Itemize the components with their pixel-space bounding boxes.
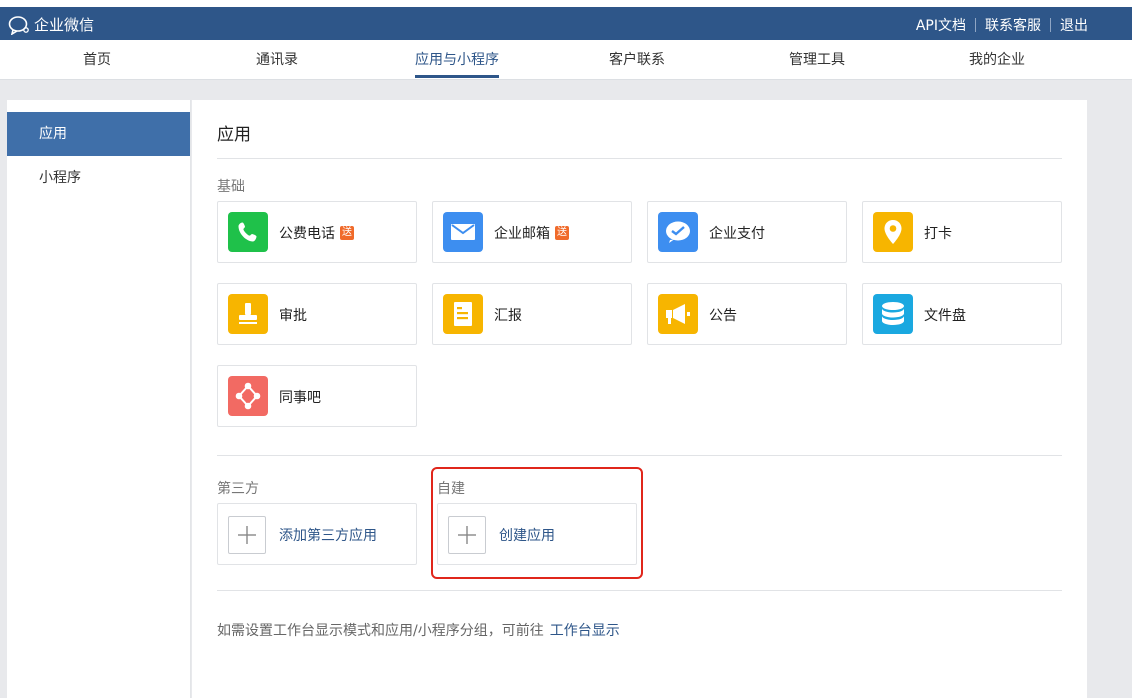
phone-icon <box>228 212 268 252</box>
app-label: 同事吧 <box>279 387 321 407</box>
main-nav: 首页 通讯录 应用与小程序 客户联系 管理工具 我的企业 <box>0 40 1132 80</box>
brand-name: 企业微信 <box>34 16 95 34</box>
app-name: 打卡 <box>924 226 952 242</box>
network-icon <box>228 376 268 416</box>
app-name: 企业支付 <box>709 226 765 242</box>
nav-customer-contact[interactable]: 客户联系 <box>609 40 665 80</box>
section-label-custom: 自建 <box>437 481 465 497</box>
divider <box>217 158 1062 159</box>
app-name: 汇报 <box>494 308 522 324</box>
api-docs-link[interactable]: API文档 <box>916 15 966 35</box>
create-app-label: 创建应用 <box>499 528 555 544</box>
footer-text: 如需设置工作台显示模式和应用/小程序分组，可前往 <box>217 623 544 639</box>
nav-management-tools[interactable]: 管理工具 <box>789 40 845 80</box>
nav-home[interactable]: 首页 <box>83 40 111 80</box>
contact-support-link[interactable]: 联系客服 <box>985 15 1041 35</box>
app-name: 同事吧 <box>279 390 321 406</box>
gift-badge: 送 <box>340 226 354 240</box>
location-pin-icon <box>873 212 913 252</box>
divider <box>217 455 1062 456</box>
app-name: 公费电话 <box>279 226 335 242</box>
app-card-colleague-forum[interactable]: 同事吧 <box>217 365 417 427</box>
nav-contacts[interactable]: 通讯录 <box>256 40 298 80</box>
stamp-icon <box>228 294 268 334</box>
workspace-display-link[interactable]: 工作台显示 <box>550 623 620 639</box>
nav-my-company[interactable]: 我的企业 <box>969 40 1025 80</box>
app-name: 企业邮箱 <box>494 226 550 242</box>
footer-note: 如需设置工作台显示模式和应用/小程序分组，可前往 工作台显示 <box>217 620 620 640</box>
report-icon <box>443 294 483 334</box>
divider <box>975 18 976 32</box>
nav-apps[interactable]: 应用与小程序 <box>415 40 499 80</box>
plus-icon <box>448 516 486 554</box>
divider <box>217 590 1062 591</box>
mail-icon <box>443 212 483 252</box>
app-label: 公告 <box>709 305 737 325</box>
top-strip <box>0 0 1132 7</box>
brand-bar: 企业微信 API文档 联系客服 退出 <box>0 7 1132 40</box>
app-card-report[interactable]: 汇报 <box>432 283 632 345</box>
app-card-announcement[interactable]: 公告 <box>647 283 847 345</box>
app-name: 公告 <box>709 308 737 324</box>
app-label: 企业支付 <box>709 223 765 243</box>
app-card-company-pay[interactable]: 企业支付 <box>647 201 847 263</box>
app-label: 公费电话 送 <box>279 223 354 243</box>
app-label: 汇报 <box>494 305 522 325</box>
add-third-party-app-label: 添加第三方应用 <box>279 528 377 544</box>
app-card-file-drive[interactable]: 文件盘 <box>862 283 1062 345</box>
app-card-company-mail[interactable]: 企业邮箱 送 <box>432 201 632 263</box>
pay-icon <box>658 212 698 252</box>
create-app-button[interactable]: 创建应用 <box>437 503 637 565</box>
section-label-basic: 基础 <box>217 179 245 195</box>
plus-icon <box>228 516 266 554</box>
gift-badge: 送 <box>555 226 569 240</box>
app-label: 打卡 <box>924 223 952 243</box>
app-name: 文件盘 <box>924 308 966 324</box>
app-card-approval[interactable]: 审批 <box>217 283 417 345</box>
add-third-party-app-button[interactable]: 添加第三方应用 <box>217 503 417 565</box>
megaphone-icon <box>658 294 698 334</box>
sidebar-item-apps[interactable]: 应用 <box>7 112 190 156</box>
page-title: 应用 <box>217 125 251 145</box>
main-panel: 应用 基础 公费电话 送 企业邮箱 送 企业支付 打卡 审批 汇报 公告 文件盘… <box>192 100 1087 698</box>
app-label: 企业邮箱 送 <box>494 223 569 243</box>
header-links: API文档 联系客服 退出 <box>916 15 1088 35</box>
wecom-logo-icon <box>8 15 29 35</box>
app-label: 文件盘 <box>924 305 966 325</box>
app-card-checkin[interactable]: 打卡 <box>862 201 1062 263</box>
app-label: 审批 <box>279 305 307 325</box>
sidebar: 应用 小程序 <box>7 100 191 698</box>
database-icon <box>873 294 913 334</box>
section-label-third-party: 第三方 <box>217 481 259 497</box>
divider <box>1050 18 1051 32</box>
logout-link[interactable]: 退出 <box>1060 15 1088 35</box>
app-card-public-phone[interactable]: 公费电话 送 <box>217 201 417 263</box>
app-name: 审批 <box>279 308 307 324</box>
sidebar-item-mini-programs[interactable]: 小程序 <box>7 156 190 200</box>
brand-logo[interactable]: 企业微信 <box>8 14 94 35</box>
